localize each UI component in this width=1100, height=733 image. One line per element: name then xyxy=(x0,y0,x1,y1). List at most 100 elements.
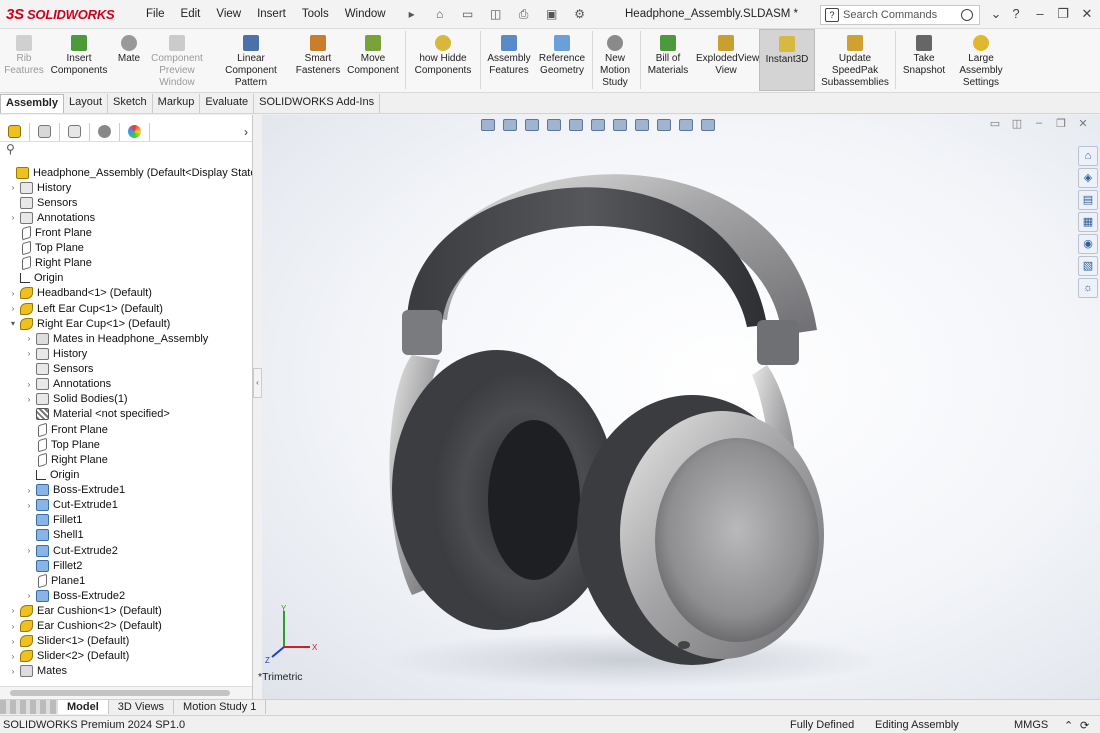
rebuild-icon[interactable]: ⟳ xyxy=(1080,719,1089,732)
coordinate-triad[interactable]: Y X Z xyxy=(262,605,332,665)
caret-right-icon[interactable]: › xyxy=(8,289,18,298)
chevron-up-icon[interactable]: ⌃ xyxy=(1064,719,1073,732)
assembly-features-button[interactable]: Assembly Features xyxy=(484,29,534,91)
mate-button[interactable]: Mate xyxy=(112,29,146,91)
tab-layout[interactable]: Layout xyxy=(64,94,109,113)
tree-item[interactable]: › Left Ear Cup<1> (Default) xyxy=(8,301,163,316)
tree-item[interactable]: Origin xyxy=(24,467,79,482)
save-icon[interactable]: ▣ xyxy=(543,7,561,21)
new-motion-study-button[interactable]: New Motion Study xyxy=(596,29,634,91)
design-library-icon[interactable]: ▤ xyxy=(1078,190,1098,210)
large-assembly-button[interactable]: Large Assembly Settings xyxy=(954,29,1008,91)
tree-item[interactable]: › History xyxy=(24,346,87,361)
tree-item[interactable]: › Boss-Extrude2 xyxy=(24,588,125,603)
tree-item[interactable]: › Annotations xyxy=(8,210,95,225)
smart-fasteners-button[interactable]: Smart Fasteners xyxy=(294,29,342,91)
tree-item[interactable]: › Solid Bodies(1) xyxy=(24,392,128,407)
tree-item[interactable]: Origin xyxy=(8,271,63,286)
tree-item[interactable]: Sensors xyxy=(24,362,93,377)
display-manager-tab[interactable] xyxy=(120,122,150,141)
menu-tools[interactable]: Tools xyxy=(294,8,337,20)
property-manager-tab[interactable] xyxy=(30,122,60,141)
menu-edit[interactable]: Edit xyxy=(173,8,209,20)
tab-sketch[interactable]: Sketch xyxy=(108,94,153,113)
search-icon[interactable] xyxy=(961,9,973,21)
caret-right-icon[interactable]: › xyxy=(24,395,34,404)
menu-window[interactable]: Window xyxy=(337,8,394,20)
tab-evaluate[interactable]: Evaluate xyxy=(200,94,255,113)
tree-item[interactable]: › Annotations xyxy=(24,377,111,392)
tree-item[interactable]: › Ear Cushion<2> (Default) xyxy=(8,619,162,634)
tree-item[interactable]: › Boss-Extrude1 xyxy=(24,483,125,498)
tree-item[interactable]: Material <not specified> xyxy=(24,407,170,422)
3d-content-icon[interactable]: ◈ xyxy=(1078,168,1098,188)
minimize-button[interactable]: – xyxy=(1032,6,1048,21)
horizontal-scrollbar[interactable] xyxy=(0,686,252,699)
caret-right-icon[interactable]: › xyxy=(8,304,18,313)
tree-item[interactable]: Fillet1 xyxy=(24,513,82,528)
editing-status[interactable]: Editing Assembly xyxy=(875,719,959,731)
tab-model[interactable]: Model xyxy=(58,700,109,714)
tree-item[interactable]: › History xyxy=(8,180,71,195)
move-component-button[interactable]: Move Component xyxy=(344,29,402,91)
tree-item[interactable]: Plane1 xyxy=(24,573,85,589)
appearances-icon[interactable]: ▧ xyxy=(1078,256,1098,276)
update-speedpak-button[interactable]: Update SpeedPak Subassemblies xyxy=(820,29,890,91)
caret-right-icon[interactable]: › xyxy=(8,667,18,676)
insert-components-button[interactable]: Insert Components xyxy=(50,29,108,91)
tree-item[interactable]: Front Plane xyxy=(8,225,92,241)
tab-3d-views[interactable]: 3D Views xyxy=(109,700,175,714)
linear-pattern-button[interactable]: Linear Component Pattern xyxy=(210,29,292,91)
tree-item[interactable]: ▾ Right Ear Cup<1> (Default) xyxy=(8,316,170,331)
solidworks-logo[interactable]: 3S SOLIDWORKS xyxy=(6,6,134,23)
tree-item[interactable]: › Mates xyxy=(8,664,67,679)
tab-add-ins[interactable]: SOLIDWORKS Add-Ins xyxy=(254,94,381,113)
tree-item[interactable]: Front Plane xyxy=(24,422,108,437)
caret-right-icon[interactable]: › xyxy=(24,546,34,555)
search-commands[interactable]: ? Search Commands xyxy=(820,5,980,25)
caret-right-icon[interactable]: › xyxy=(24,349,34,358)
search-type-icon[interactable]: ? xyxy=(825,8,839,22)
component-preview-button[interactable]: Component Preview Window xyxy=(148,29,206,91)
tree-item[interactable]: Headphone_Assembly (Default<Display Stat… xyxy=(4,165,252,180)
dimxpert-tab[interactable] xyxy=(90,122,120,141)
reference-geometry-button[interactable]: Reference Geometry xyxy=(536,29,588,91)
chevron-down-icon[interactable]: ⌄ xyxy=(988,6,1004,22)
caret-right-icon[interactable]: › xyxy=(8,652,18,661)
bill-of-materials-button[interactable]: Bill of Materials xyxy=(644,29,692,91)
unit-system[interactable]: MMGS xyxy=(1014,719,1048,731)
take-snapshot-button[interactable]: Take Snapshot xyxy=(900,29,948,91)
tree-item[interactable]: Shell1 xyxy=(24,528,84,543)
tree-item[interactable]: › Mates in Headphone_Assembly xyxy=(24,331,208,346)
caret-right-icon[interactable]: › xyxy=(24,334,34,343)
options-icon[interactable]: ⚙ xyxy=(571,7,589,21)
menu-insert[interactable]: Insert xyxy=(249,8,294,20)
tree-item[interactable]: Fillet2 xyxy=(24,558,82,573)
tree-item[interactable]: › Cut-Extrude2 xyxy=(24,543,118,558)
caret-right-icon[interactable]: › xyxy=(24,380,34,389)
tree-item[interactable]: Sensors xyxy=(8,195,77,210)
open-icon[interactable]: ◫ xyxy=(487,7,505,21)
tree-item[interactable]: Top Plane xyxy=(24,437,100,453)
scrollbar-thumb[interactable] xyxy=(10,690,230,696)
caret-down-icon[interactable]: ▾ xyxy=(8,319,18,328)
caret-right-icon[interactable]: › xyxy=(8,213,18,222)
pin-icon[interactable]: ▸ xyxy=(403,7,421,21)
configuration-manager-tab[interactable] xyxy=(60,122,90,141)
caret-right-icon[interactable]: › xyxy=(8,606,18,615)
close-button[interactable]: ✕ xyxy=(1079,6,1095,22)
instant3d-button[interactable]: Instant3D xyxy=(759,29,815,91)
tree-item[interactable]: › Slider<1> (Default) xyxy=(8,634,129,649)
tree-item[interactable]: Top Plane xyxy=(8,240,84,256)
filter-icon[interactable]: ⚲ xyxy=(0,142,252,160)
panel-collapse-handle[interactable]: ‹ xyxy=(253,368,262,398)
tree-item[interactable]: Right Plane xyxy=(8,255,92,271)
tree-item[interactable]: › Ear Cushion<1> (Default) xyxy=(8,603,162,618)
tab-assembly[interactable]: Assembly xyxy=(0,94,64,113)
exploded-view-button[interactable]: ExplodedView View xyxy=(696,29,759,91)
chevron-right-icon[interactable]: › xyxy=(244,125,248,139)
caret-right-icon[interactable]: › xyxy=(8,637,18,646)
caret-right-icon[interactable]: › xyxy=(24,591,34,600)
caret-right-icon[interactable]: › xyxy=(8,183,18,192)
home-icon[interactable]: ⌂ xyxy=(1078,146,1098,166)
